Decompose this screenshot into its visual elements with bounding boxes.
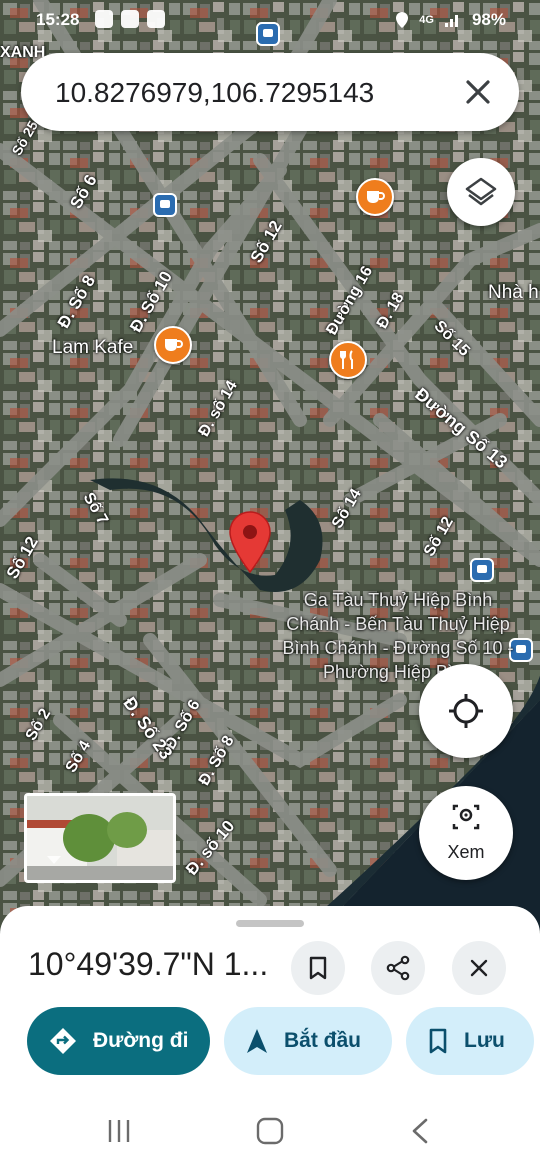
my-location-button[interactable] xyxy=(419,664,513,758)
street-view-label: Xem xyxy=(447,842,485,862)
directions-button[interactable]: Đường đi xyxy=(27,1007,210,1075)
battery-level: 98% xyxy=(471,10,506,29)
place-label: Nhà h xyxy=(488,282,539,303)
status-bar: 15:28 4G 98% xyxy=(0,0,540,40)
save-label: Lưu xyxy=(464,1029,505,1052)
coffee-icon xyxy=(165,339,183,351)
cafe-poi[interactable] xyxy=(154,326,192,364)
navigation-arrow-icon xyxy=(247,1029,267,1053)
bus-stop-icon[interactable] xyxy=(470,558,494,582)
directions-icon xyxy=(50,1028,76,1054)
network-type: 4G xyxy=(419,14,434,26)
layers-button[interactable] xyxy=(447,158,515,226)
fork-knife-icon xyxy=(340,350,353,369)
search-bar[interactable]: 10.8276979,106.7295143 xyxy=(21,53,519,131)
home-icon[interactable] xyxy=(256,1117,284,1145)
location-pin-icon[interactable] xyxy=(228,510,272,574)
street-photo xyxy=(27,796,173,880)
street-view-thumbnail[interactable] xyxy=(24,793,176,883)
street-view-icon xyxy=(452,804,480,830)
notification-icons xyxy=(95,10,165,28)
messenger-icon xyxy=(147,10,165,28)
gallery-icon xyxy=(121,10,139,28)
system-nav-bar xyxy=(0,1090,540,1170)
facebook-icon xyxy=(95,10,113,28)
signal-icon xyxy=(444,15,458,27)
save-icon-button[interactable] xyxy=(291,941,345,995)
share-button[interactable] xyxy=(371,941,425,995)
directions-label: Đường đi xyxy=(93,1029,189,1052)
recent-apps-icon[interactable] xyxy=(106,1118,132,1144)
location-icon xyxy=(396,12,409,28)
search-query[interactable]: 10.8276979,106.7295143 xyxy=(55,77,374,109)
cafe-name-label[interactable]: Lam Kafe xyxy=(52,337,133,359)
status-time: 15:28 xyxy=(36,10,80,29)
share-icon xyxy=(386,955,410,981)
save-button[interactable]: Lưu xyxy=(406,1007,534,1075)
bus-stop-icon[interactable] xyxy=(153,193,177,217)
bookmark-icon xyxy=(309,956,327,980)
place-sheet[interactable]: 10°49'39.7"N 1... Đường đi Bắt đầu Lưu xyxy=(0,906,540,1170)
close-icon xyxy=(470,959,488,977)
layers-icon xyxy=(465,177,497,206)
cafe-poi[interactable] xyxy=(356,178,394,216)
crosshair-icon xyxy=(449,694,483,728)
drag-handle[interactable] xyxy=(236,920,304,927)
coordinates-title: 10°49'39.7"N 1... xyxy=(28,946,269,982)
close-sheet-button[interactable] xyxy=(452,941,506,995)
street-view-button[interactable]: Xem xyxy=(419,786,513,880)
start-button[interactable]: Bắt đầu xyxy=(224,1007,392,1075)
coffee-icon xyxy=(367,191,385,203)
map-view[interactable]: XANH Số 25 Số 6 Đ. Số 8 Đ. Số 10 Số 12 Đ… xyxy=(0,0,540,930)
bookmark-icon xyxy=(429,1028,447,1054)
restaurant-poi[interactable] xyxy=(329,341,367,379)
start-label: Bắt đầu xyxy=(284,1029,362,1052)
back-icon[interactable] xyxy=(410,1118,430,1144)
close-icon[interactable] xyxy=(461,75,495,109)
